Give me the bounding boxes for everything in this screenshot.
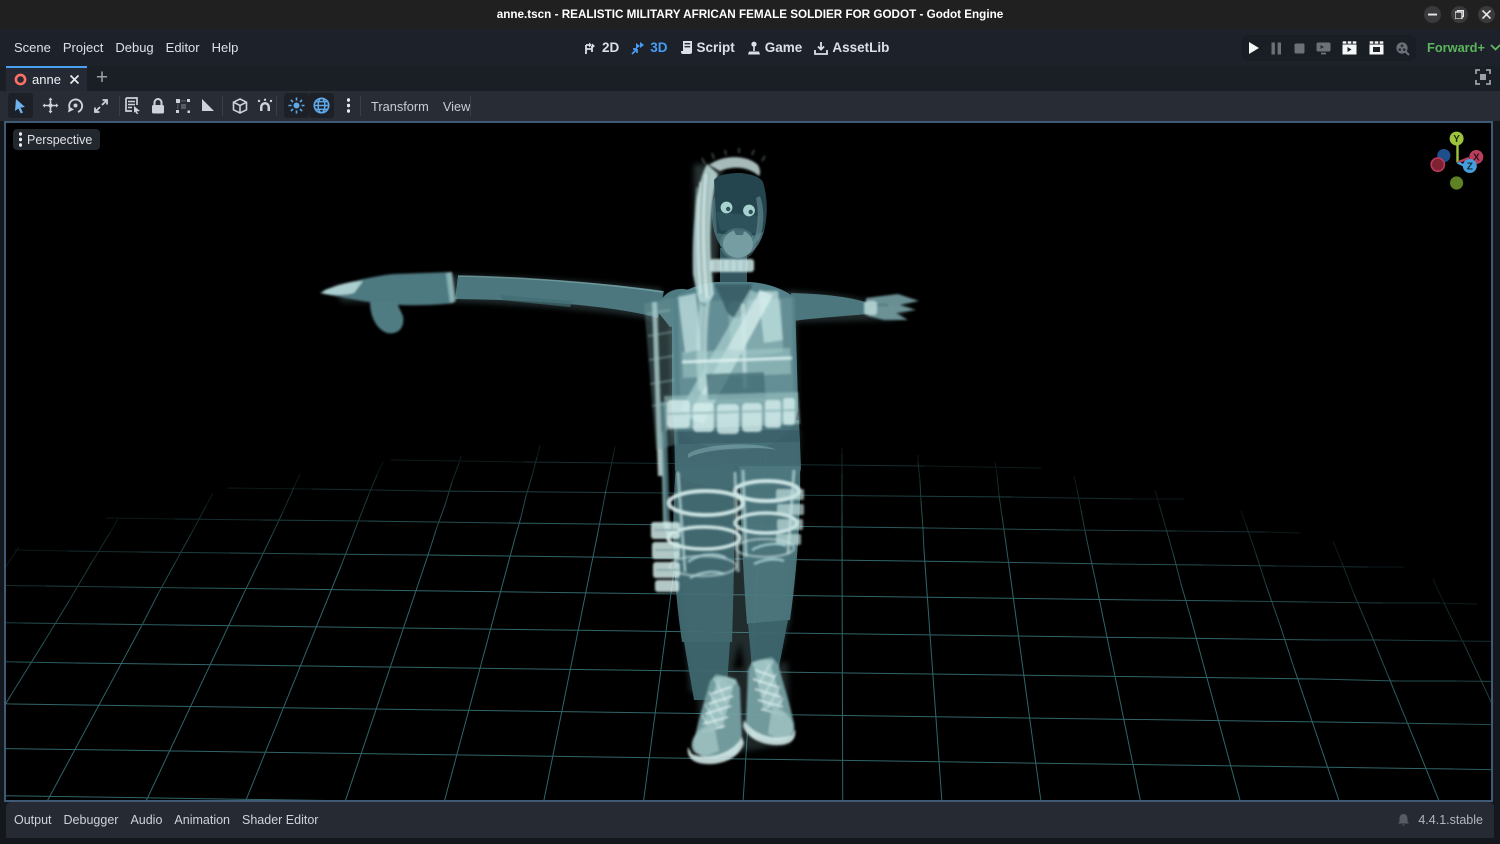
svg-text:Z: Z — [1467, 161, 1473, 172]
svg-text:Y: Y — [1453, 134, 1460, 145]
